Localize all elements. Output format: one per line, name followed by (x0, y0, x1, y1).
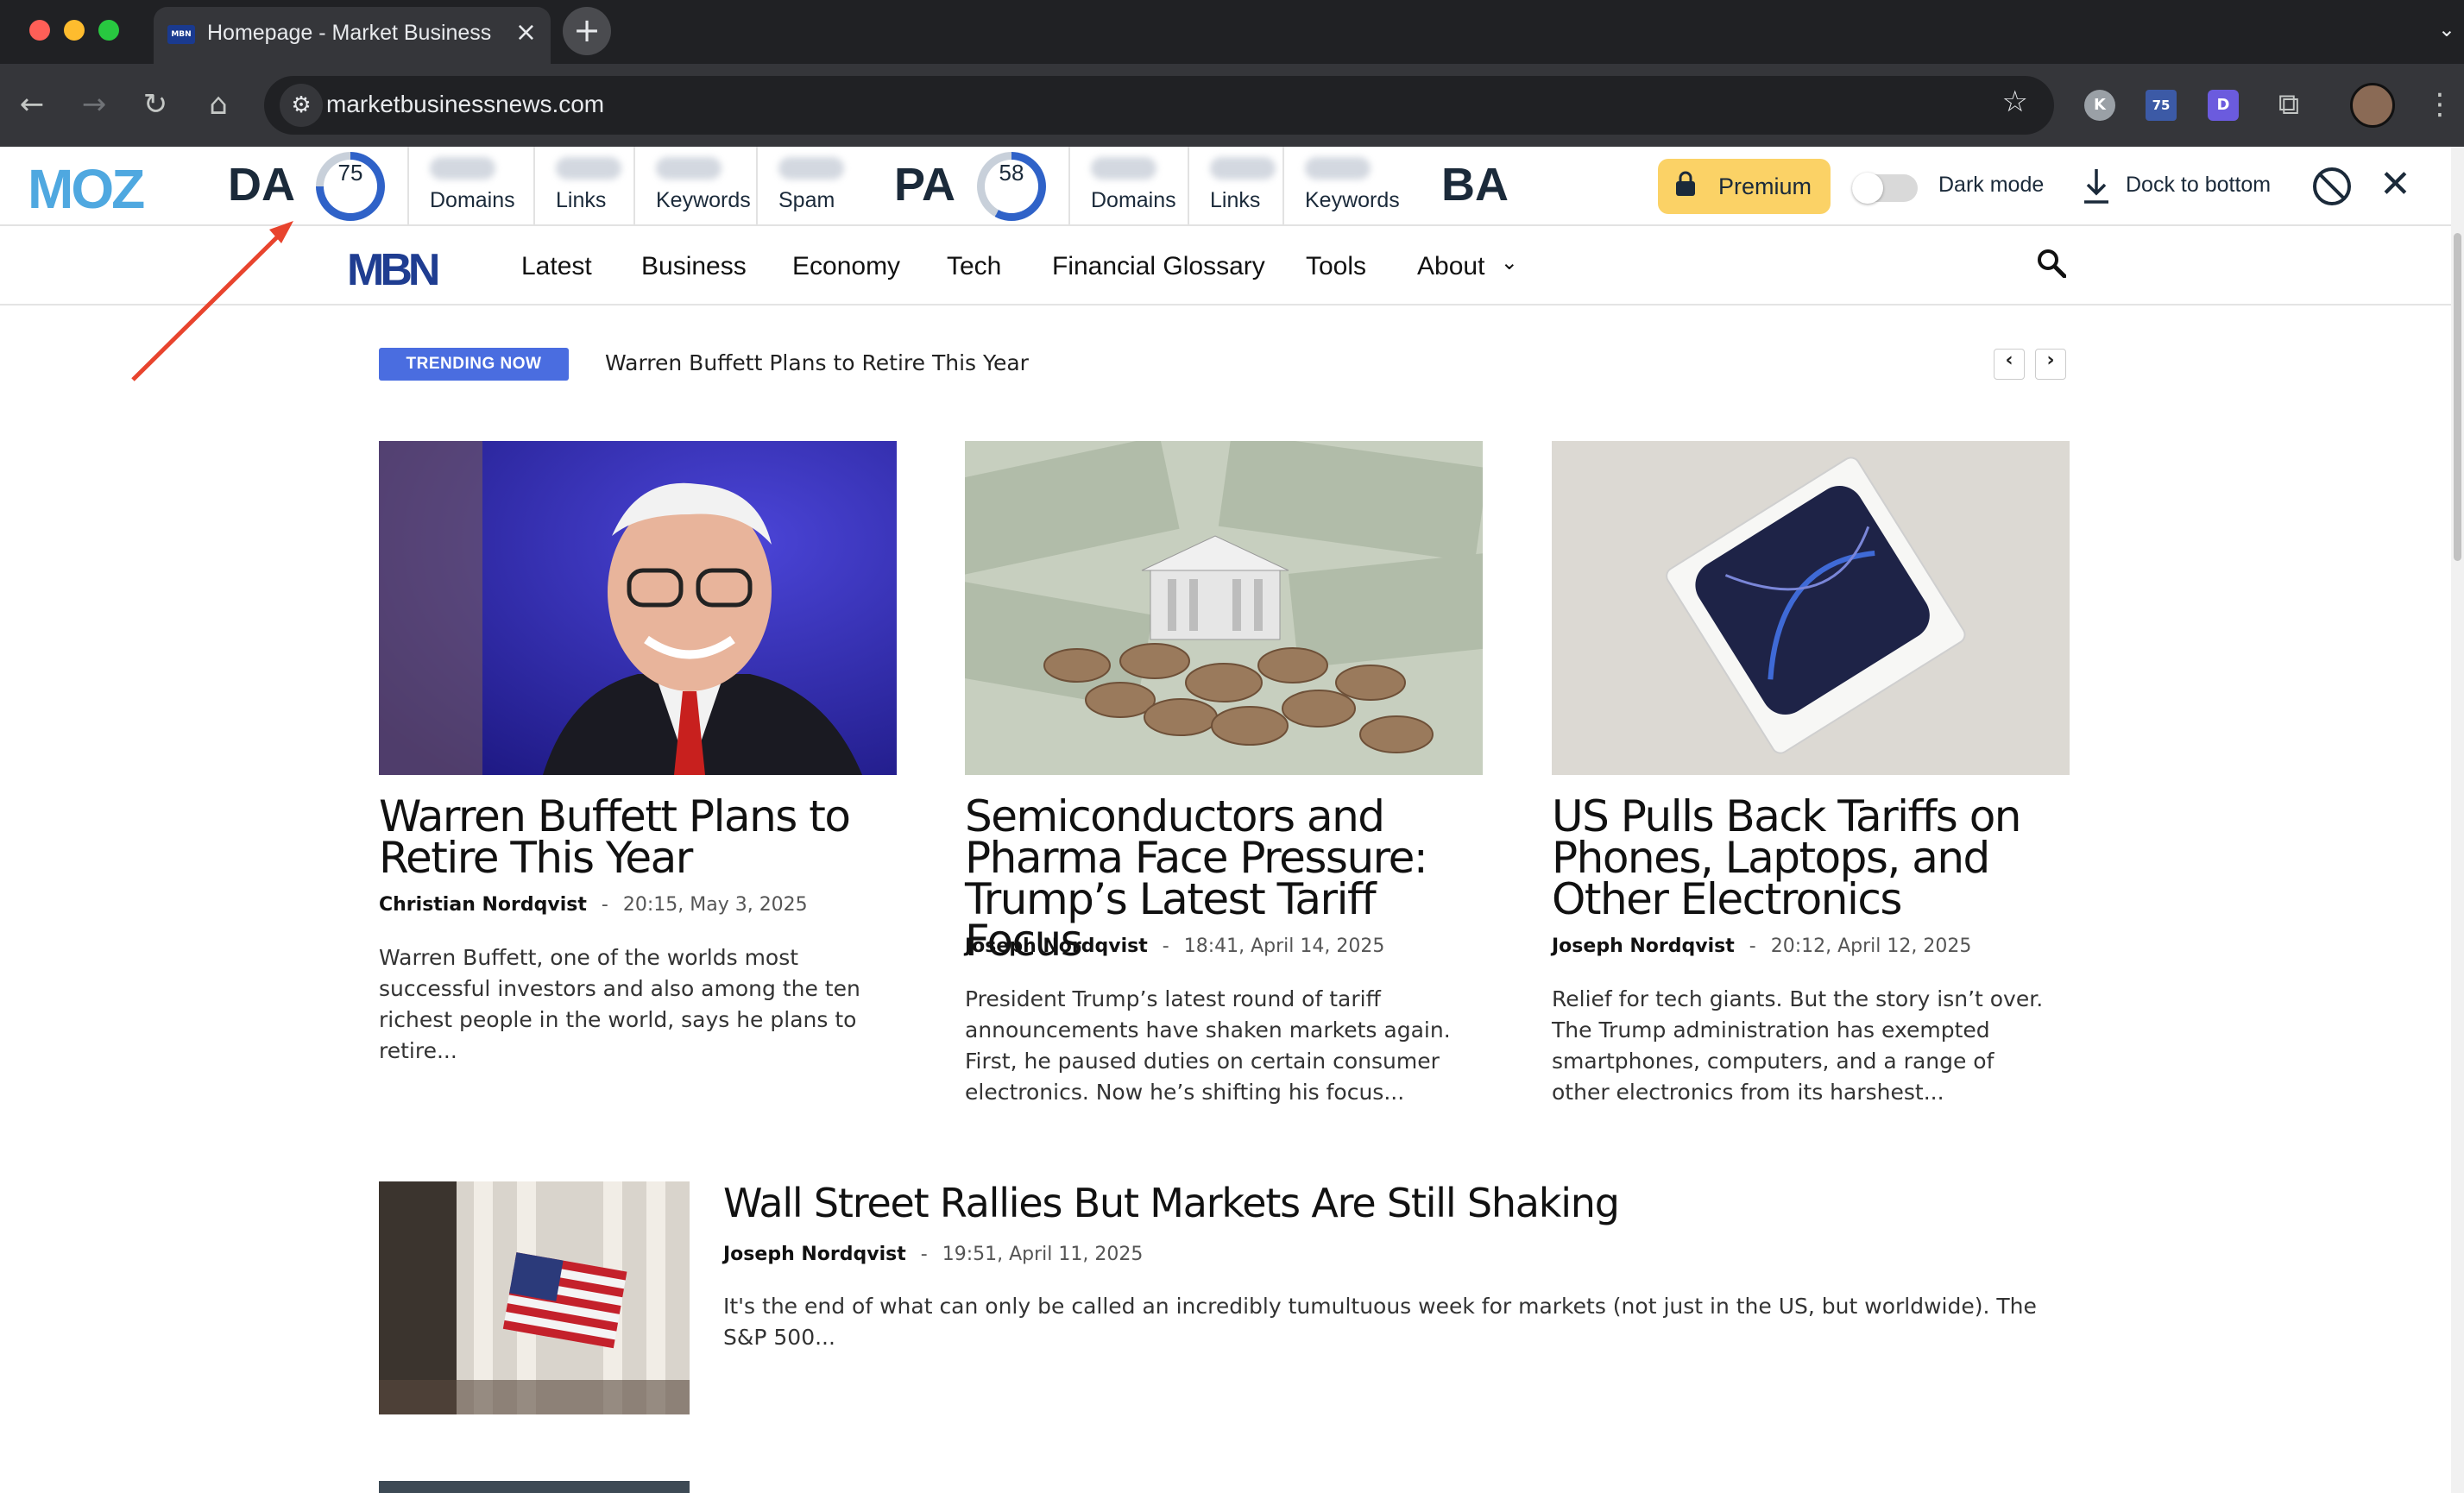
browser-menu-icon[interactable]: ⋮ (2418, 83, 2461, 126)
extension-k-icon[interactable]: K (2084, 90, 2115, 121)
article-meta: Joseph Nordqvist - 19:51, April 11, 2025 (723, 1244, 1143, 1265)
article-image-iphone-box[interactable] (1552, 441, 2070, 775)
dark-mode-toggle[interactable] (1852, 173, 1918, 204)
close-window-button[interactable] (29, 20, 50, 41)
article-image-wall-street[interactable] (379, 1181, 690, 1414)
url-text[interactable]: marketbusinessnews.com (326, 91, 604, 118)
search-icon[interactable] (2037, 249, 2066, 278)
da-score-value: 75 (324, 160, 377, 213)
meta-separator: - (1162, 935, 1169, 957)
site-navigation: MBN Latest Business Economy Tech Financi… (0, 228, 2451, 306)
da-label: DA (228, 159, 295, 211)
moz-bar: MOZ DA 75 Domains Links Keywords Spam PA… (0, 147, 2451, 226)
article-excerpt: It's the end of what can only be called … (723, 1294, 2037, 1350)
tab-favicon-icon: MBN (167, 25, 195, 44)
da-links-metric[interactable]: Links (533, 147, 633, 226)
bookmark-star-icon[interactable]: ☆ (2002, 85, 2028, 119)
nav-about-label: About (1417, 252, 1485, 280)
page-scrollbar[interactable] (2451, 147, 2464, 1493)
nav-about[interactable]: About ⌄ (1417, 251, 1518, 281)
home-icon[interactable]: ⌂ (197, 83, 240, 126)
article-meta: Joseph Nordqvist - 20:12, April 12, 2025 (1552, 935, 1971, 957)
da-domains-metric[interactable]: Domains (407, 147, 533, 226)
dock-to-bottom-button[interactable]: Dock to bottom (2126, 173, 2271, 198)
dark-mode-label: Dark mode (1938, 173, 2045, 197)
article-date: 20:12, April 12, 2025 (1770, 935, 1972, 957)
meta-separator: - (920, 1244, 928, 1265)
article-image-money[interactable] (965, 441, 1483, 775)
chevron-down-icon: ⌄ (1500, 251, 1518, 274)
nav-tech[interactable]: Tech (947, 252, 1001, 281)
reload-icon[interactable]: ↻ (134, 83, 177, 126)
tab-search-chevron-icon[interactable]: ⌄ (2438, 17, 2455, 41)
nav-tools[interactable]: Tools (1306, 252, 1366, 281)
meta-separator: - (601, 894, 608, 916)
forward-arrow-icon[interactable]: → (72, 83, 116, 126)
article-date: 18:41, April 14, 2025 (1183, 935, 1385, 957)
toggle-knob (1852, 173, 1883, 204)
pa-links-metric[interactable]: Links (1188, 147, 1282, 226)
da-score-ring[interactable]: 75 (316, 152, 385, 221)
nav-economy[interactable]: Economy (792, 252, 900, 281)
article-author[interactable]: Joseph Nordqvist (723, 1244, 906, 1265)
scrollbar-thumb[interactable] (2454, 233, 2461, 561)
mbn-logo[interactable]: MBN (347, 244, 440, 296)
moz-logo: MOZ (28, 158, 145, 220)
disable-block-icon[interactable] (2313, 167, 2351, 205)
address-bar[interactable]: ⚙ marketbusinessnews.com ☆ (264, 76, 2054, 135)
article-excerpt: Warren Buffett, one of the worlds most s… (379, 945, 860, 1063)
nav-business[interactable]: Business (641, 252, 747, 281)
lock-icon (1676, 171, 1695, 196)
minimize-window-button[interactable] (64, 20, 85, 41)
new-tab-button[interactable]: + (563, 7, 611, 55)
trending-now-badge: TRENDING NOW (379, 348, 569, 381)
browser-tab[interactable]: MBN Homepage - Market Business News × (154, 7, 551, 64)
da-spam-metric[interactable]: Spam (756, 147, 866, 226)
premium-label: Premium (1718, 173, 1812, 199)
back-arrow-icon[interactable]: ← (10, 83, 54, 126)
article-excerpt: Relief for tech giants. But the story is… (1552, 986, 2044, 1105)
trending-headline-link[interactable]: Warren Buffett Plans to Retire This Year (605, 350, 1029, 375)
browser-toolbar: ← → ↻ ⌂ ⚙ marketbusinessnews.com ☆ K 75 … (0, 64, 2464, 147)
article-date: 19:51, April 11, 2025 (942, 1244, 1144, 1265)
maximize-window-button[interactable] (98, 20, 119, 41)
nav-latest[interactable]: Latest (521, 252, 592, 281)
trending-next-button[interactable]: › (2035, 349, 2066, 380)
article-author[interactable]: Christian Nordqvist (379, 894, 587, 916)
article-title[interactable]: US Pulls Back Tariffs on Phones, Laptops… (1552, 795, 2078, 921)
extension-d-icon[interactable]: D (2208, 90, 2239, 121)
article-title[interactable]: Warren Buffett Plans to Retire This Year (379, 795, 905, 879)
pa-score-value: 58 (985, 160, 1038, 213)
tab-title: Homepage - Market Business News (207, 21, 492, 45)
premium-button[interactable]: Premium (1658, 159, 1831, 214)
pa-domains-metric[interactable]: Domains (1068, 147, 1188, 226)
article-title[interactable]: Wall Street Rallies But Markets Are Stil… (723, 1180, 1620, 1226)
meta-separator: - (1749, 935, 1756, 957)
article-date: 20:15, May 3, 2025 (622, 894, 808, 916)
profile-avatar[interactable] (2350, 83, 2395, 128)
article-image-next[interactable] (379, 1481, 690, 1493)
trending-prev-button[interactable]: ‹ (1994, 349, 2025, 380)
dock-download-icon[interactable] (2082, 167, 2111, 205)
pa-score-ring[interactable]: 58 (977, 152, 1046, 221)
tab-close-icon[interactable]: × (515, 17, 537, 47)
da-keywords-metric[interactable]: Keywords (633, 147, 756, 226)
pa-keywords-metric[interactable]: Keywords (1282, 147, 1405, 226)
extension-75-icon[interactable]: 75 (2146, 90, 2177, 121)
browser-tab-bar: MBN Homepage - Market Business News × + … (0, 0, 2464, 64)
extensions-puzzle-icon[interactable]: ⧉ (2267, 83, 2310, 126)
article-author[interactable]: Joseph Nordqvist (1552, 935, 1735, 957)
article-image-buffett[interactable] (379, 441, 897, 775)
ba-label: BA (1441, 159, 1509, 211)
article-excerpt: President Trump’s latest round of tariff… (965, 986, 1451, 1105)
nav-financial-glossary[interactable]: Financial Glossary (1052, 252, 1265, 281)
site-info-icon[interactable]: ⚙ (280, 84, 323, 127)
article-meta: Joseph Nordqvist - 18:41, April 14, 2025 (965, 935, 1384, 957)
article-meta: Christian Nordqvist - 20:15, May 3, 2025 (379, 894, 808, 916)
article-author[interactable]: Joseph Nordqvist (965, 935, 1148, 957)
close-mozbar-icon[interactable]: ✕ (2379, 162, 2411, 206)
pa-label: PA (894, 159, 956, 211)
